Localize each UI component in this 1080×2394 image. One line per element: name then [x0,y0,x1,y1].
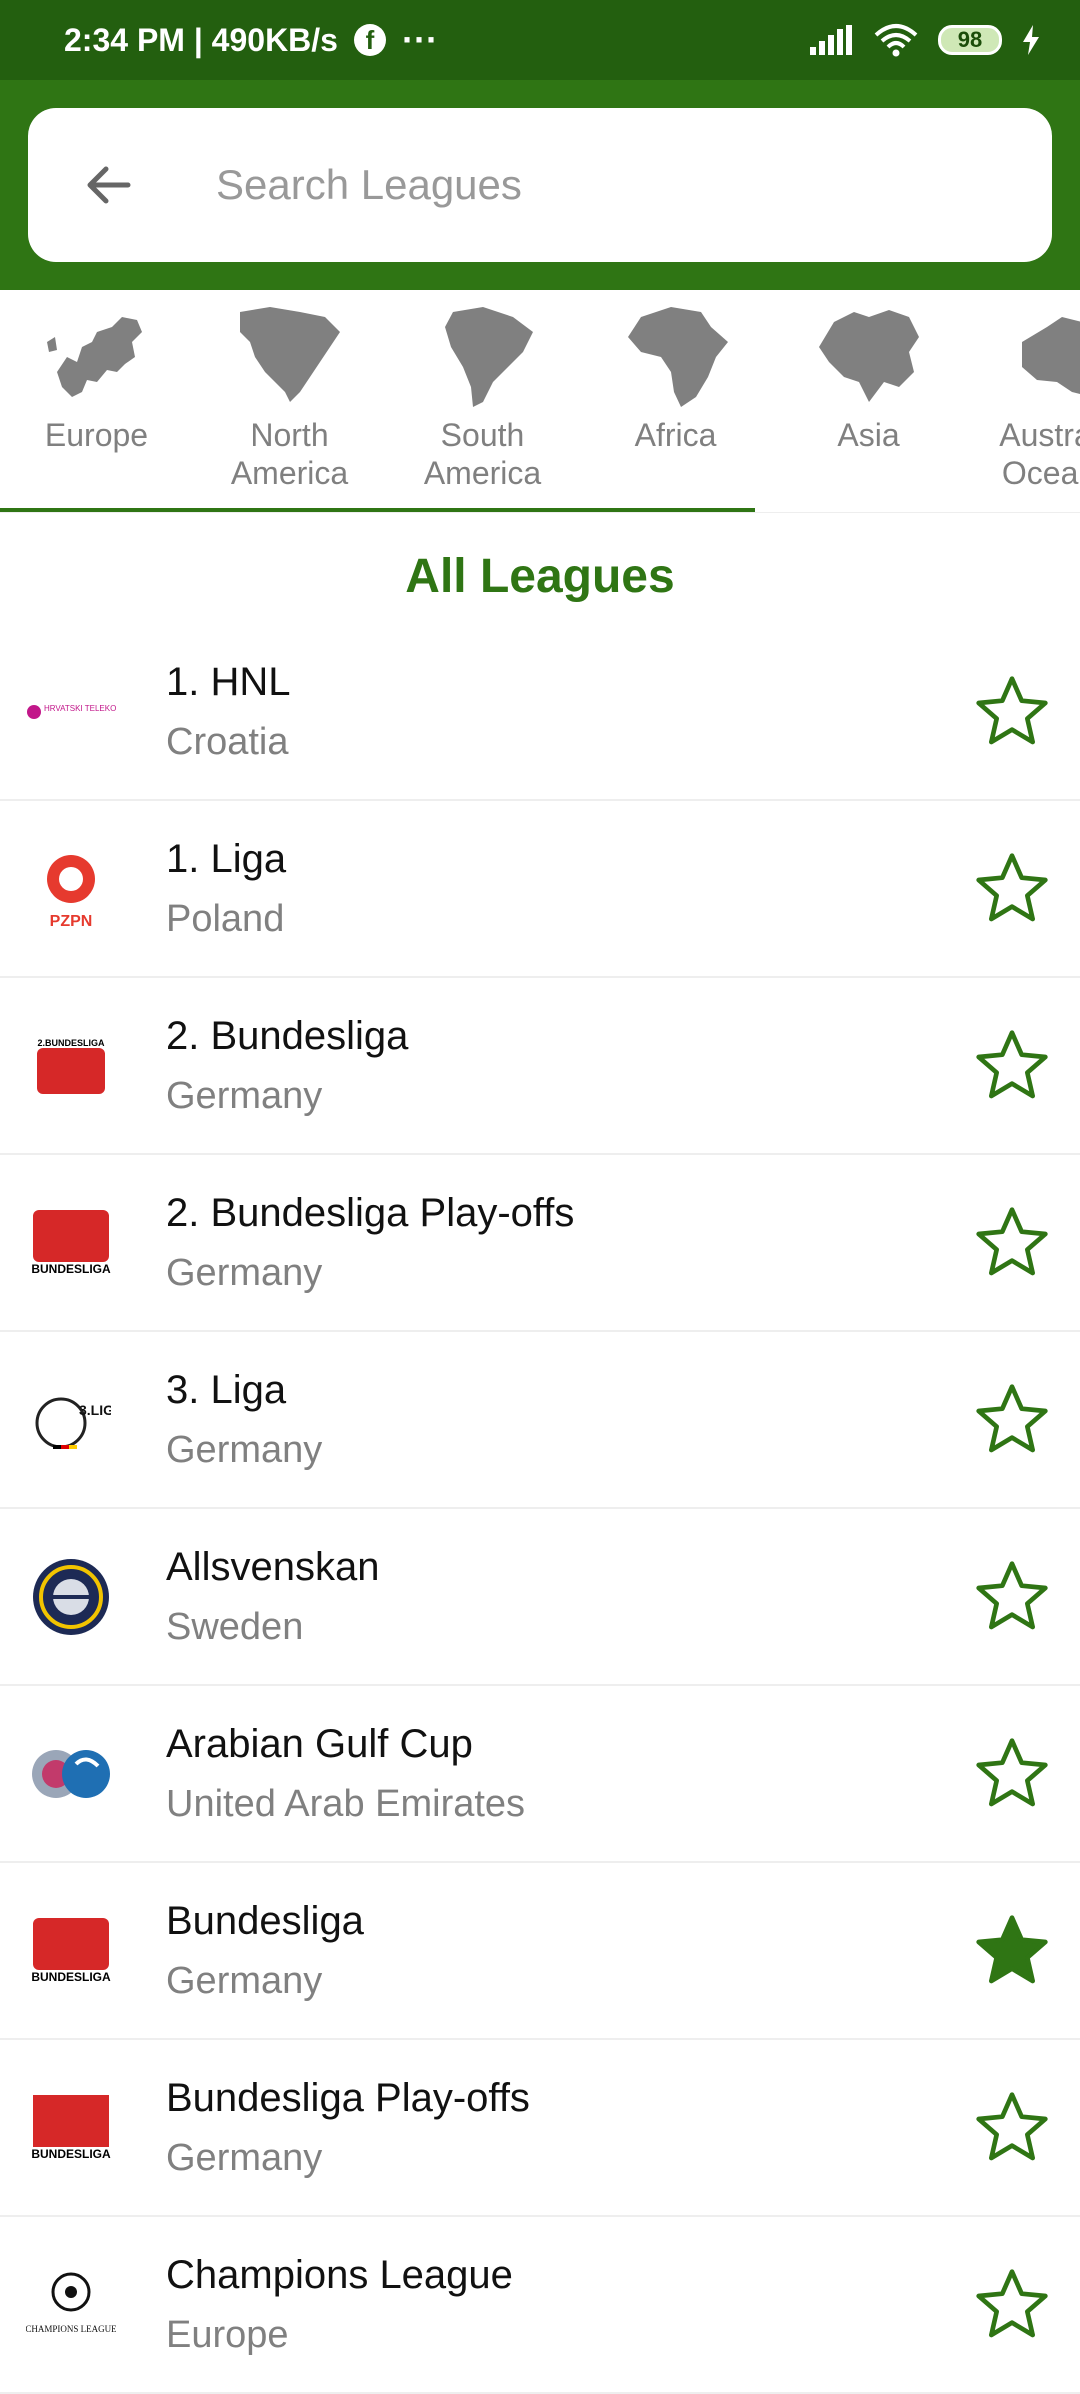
tab-indicator [0,508,755,512]
hnl-logo: HRVATSKI TELEKOM [26,667,116,757]
tab-australia[interactable]: Australia Oceania [965,290,1080,512]
league-country: Croatia [166,721,972,764]
league-row[interactable]: PZPN 1. Liga Poland [0,801,1080,978]
wifi-icon [874,23,918,57]
league-name: 1. HNL [166,660,972,705]
league-name: 1. Liga [166,837,972,882]
favorite-star-icon[interactable] [972,2088,1052,2168]
tab-north-america-label: North America [231,416,348,492]
bundesliga-logo: BUNDESLIGA [26,1906,116,1996]
favorite-star-icon[interactable] [972,1557,1052,1637]
status-time: 2:34 PM | 490KB/s [64,22,338,59]
league-country: Germany [166,2137,972,2180]
tab-south-america[interactable]: South America [386,290,579,512]
status-right: 98 [810,23,1040,57]
africa-map-icon [616,302,736,412]
favorite-star-icon[interactable] [972,672,1052,752]
league-list: HRVATSKI TELEKOM 1. HNL Croatia PZPN 1. … [0,624,1080,2394]
league-row[interactable]: Allsvenskan Sweden [0,1509,1080,1686]
australia-map-icon [1002,302,1080,412]
favorite-star-icon[interactable] [972,2265,1052,2345]
section-title: All Leagues [0,549,1080,604]
league-row[interactable]: BUNDESLIGA Bundesliga Play-offs Germany [0,2040,1080,2217]
league-name: 2. Bundesliga [166,1014,972,1059]
league-row[interactable]: BUNDESLIGA 2. Bundesliga Play-offs Germa… [0,1155,1080,1332]
league-name: Bundesliga [166,1899,972,1944]
league-row[interactable]: HRVATSKI TELEKOM 1. HNL Croatia [0,624,1080,801]
league-row[interactable]: 3.LIGA 3. Liga Germany [0,1332,1080,1509]
league-name: 2. Bundesliga Play-offs [166,1191,972,1236]
north-america-map-icon [230,302,350,412]
favorite-star-icon[interactable] [972,849,1052,929]
tab-australia-label: Australia Oceania [999,416,1080,492]
svg-text:PZPN: PZPN [50,913,93,930]
league-row[interactable]: Arabian Gulf Cup United Arab Emirates [0,1686,1080,1863]
tab-north-america[interactable]: North America [193,290,386,512]
league-name: 3. Liga [166,1368,972,1413]
tab-europe[interactable]: Europe [0,290,193,512]
league-country: Poland [166,898,972,941]
league-country: Germany [166,1429,972,1472]
status-left: 2:34 PM | 490KB/s f ··· [64,19,438,61]
league-country: Germany [166,1252,972,1295]
continent-tabs: Europe North America South America Afric… [0,290,1080,513]
favorite-star-icon[interactable] [972,1380,1052,1460]
svg-text:HRVATSKI TELEKOM: HRVATSKI TELEKOM [44,704,116,713]
bundesliga-logo: BUNDESLIGA [26,2083,116,2173]
liga3-logo: 3.LIGA [26,1375,116,1465]
search-box[interactable] [28,108,1052,262]
league-country: Germany [166,1075,972,1118]
league-name: Allsvenskan [166,1545,972,1590]
svg-text:CHAMPIONS LEAGUE: CHAMPIONS LEAGUE [26,2324,116,2334]
facebook-icon: f [354,24,386,56]
battery-icon: 98 [938,25,1002,55]
tab-africa[interactable]: Africa [579,290,772,512]
back-arrow-icon[interactable] [68,145,148,225]
tab-asia-label: Asia [837,416,899,454]
status-bar: 2:34 PM | 490KB/s f ··· 98 [0,0,1080,80]
favorite-star-icon[interactable] [972,1203,1052,1283]
favorite-star-filled-icon[interactable] [972,1911,1052,1991]
league-name: Arabian Gulf Cup [166,1722,972,1767]
more-dots-icon: ··· [402,19,438,61]
allsvenskan-logo [26,1552,116,1642]
league-name: Bundesliga Play-offs [166,2076,972,2121]
league-row[interactable]: CHAMPIONS LEAGUE Champions League Europe [0,2217,1080,2394]
league-row[interactable]: BUNDESLIGA Bundesliga Germany [0,1863,1080,2040]
bundesliga-logo: BUNDESLIGA [26,1198,116,1288]
tab-south-america-label: South America [424,416,541,492]
app-bar [0,80,1080,290]
search-input[interactable] [214,160,1012,210]
asia-map-icon [809,302,929,412]
south-america-map-icon [423,302,543,412]
signal-icon [810,25,854,55]
svg-text:3.LIGA: 3.LIGA [79,1402,111,1418]
league-country: United Arab Emirates [166,1783,972,1826]
favorite-star-icon[interactable] [972,1734,1052,1814]
charging-icon [1022,25,1040,55]
pzpn-logo: PZPN [26,844,116,934]
league-country: Sweden [166,1606,972,1649]
bundesliga2-logo: 2.BUNDESLIGA [26,1021,116,1111]
league-country: Europe [166,2314,972,2357]
europe-map-icon [37,302,157,412]
favorite-star-icon[interactable] [972,1026,1052,1106]
league-country: Germany [166,1960,972,2003]
arabian-gulf-cup-logo [26,1729,116,1819]
tab-asia[interactable]: Asia [772,290,965,512]
tab-europe-label: Europe [45,416,148,454]
tab-africa-label: Africa [635,416,717,454]
champions-league-logo: CHAMPIONS LEAGUE [26,2260,116,2350]
league-name: Champions League [166,2253,972,2298]
league-row[interactable]: 2.BUNDESLIGA 2. Bundesliga Germany [0,978,1080,1155]
